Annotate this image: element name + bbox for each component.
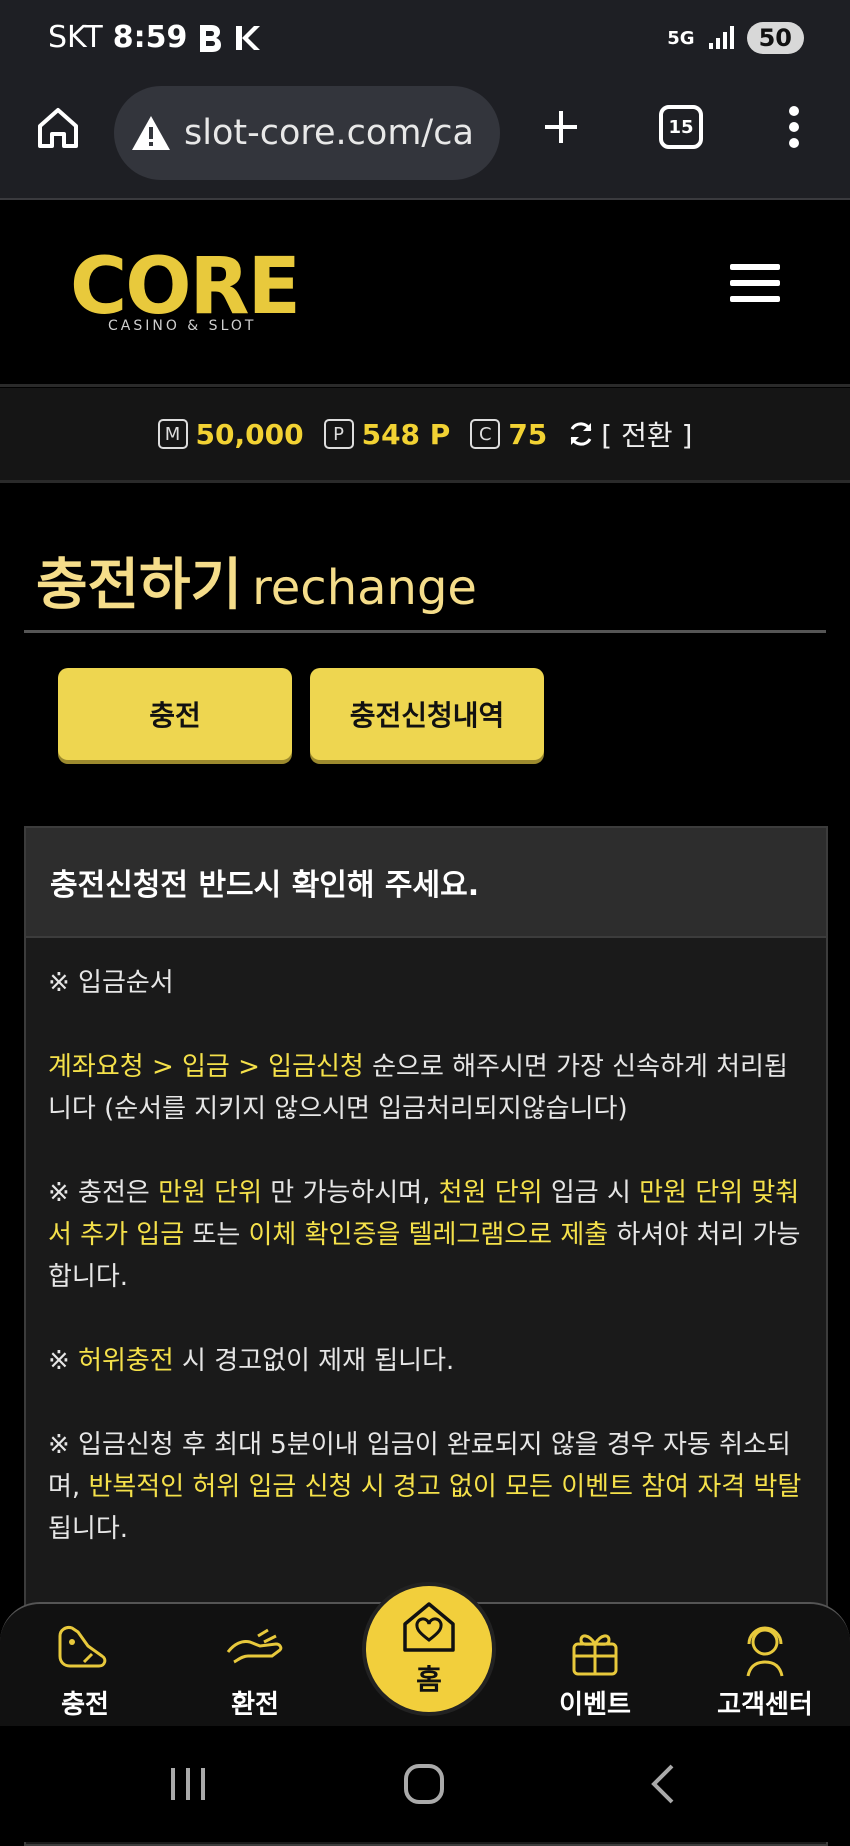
site-logo[interactable]: CORE CASINO & SLOT	[70, 242, 301, 340]
convert-label: [ 전환 ]	[601, 419, 693, 452]
charge-history-tab-button[interactable]: 충전신청내역	[310, 668, 544, 760]
url-text[interactable]: slot-core.com/ca	[184, 113, 474, 153]
new-tab-icon[interactable]	[536, 102, 586, 152]
site-header: CORE CASINO & SLOT	[0, 200, 850, 387]
page-title-korean: 충전하기	[36, 553, 243, 618]
carrier: SKT	[48, 20, 103, 55]
nav-support-label: 고객센터	[717, 1690, 813, 1720]
nav-exchange[interactable]: 환전	[190, 1622, 320, 1722]
tab-switcher-button[interactable]: 15	[656, 102, 706, 152]
network-5g-icon: 5G	[667, 27, 695, 49]
page-title: 충전하기 rechange	[36, 540, 477, 621]
exchange-icon	[226, 1628, 283, 1664]
headset-icon	[746, 1626, 784, 1677]
home-system-icon[interactable]	[402, 1762, 446, 1806]
point-value: 548 P	[361, 417, 451, 451]
notice-paragraph: ※ 입금신청 후 최대 5분이내 입금이 완료되지 않을 경우 자동 취소되며,…	[48, 1430, 802, 1544]
system-nav-bar	[0, 1726, 850, 1842]
nav-event[interactable]: 이벤트	[530, 1622, 660, 1722]
status-bar: SKT 8:59 5G 50	[0, 0, 850, 80]
signal-icon	[708, 26, 734, 49]
logo-text: CORE	[70, 242, 301, 332]
address-bar[interactable]: slot-core.com/ca	[114, 86, 500, 180]
money-value: 50,000	[195, 417, 304, 451]
coin-value: 75	[508, 417, 548, 451]
nav-event-label: 이벤트	[559, 1690, 631, 1720]
nav-home-label: 홈	[416, 1663, 442, 1696]
coin-icon: C	[470, 419, 501, 449]
coin-balance: C 75	[470, 418, 547, 451]
warning-icon[interactable]	[130, 114, 172, 152]
notice-paragraph: ※ 입금순서	[48, 968, 174, 998]
page-subtitle: rechange	[252, 560, 477, 616]
balance-bar: M 50,000 P 548 P C 75 [ 전환 ]	[0, 388, 850, 483]
money-icon: M	[157, 419, 188, 449]
charge-tab-button[interactable]: 충전	[58, 668, 292, 760]
house-heart-icon	[403, 1602, 455, 1652]
recent-apps-icon[interactable]	[168, 1764, 208, 1804]
back-icon[interactable]	[646, 1762, 680, 1806]
notice-paragraph: ※ 충전은 만원 단위 만 가능하시며, 천원 단위 입금 시 만원 단위 맞춰…	[48, 1178, 801, 1292]
notice-body: ※ 입금순서 계좌요청 > 입금 > 입금신청 순으로 해주시면 가장 신속하게…	[26, 938, 826, 1616]
k-app-icon	[236, 25, 261, 50]
nav-home-button[interactable]: 홈	[362, 1582, 496, 1716]
b-app-icon	[200, 24, 222, 52]
gift-icon	[572, 1634, 618, 1676]
point-balance: P 548 P	[323, 417, 451, 451]
convert-button[interactable]: [ 전환 ]	[567, 414, 692, 454]
nav-support[interactable]: 고객센터	[700, 1622, 830, 1722]
point-icon: P	[323, 419, 354, 449]
home-icon[interactable]	[30, 100, 86, 156]
notice-paragraph: 계좌요청 > 입금 > 입금신청 순으로 해주시면 가장 신속하게 처리됩니다 …	[48, 1052, 788, 1124]
money-balance: M 50,000	[157, 417, 304, 451]
title-divider	[24, 630, 826, 633]
tab-count: 15	[668, 116, 694, 138]
charge-icon	[58, 1626, 107, 1668]
nav-charge[interactable]: 충전	[20, 1622, 150, 1722]
nav-exchange-label: 환전	[231, 1690, 279, 1720]
refresh-icon	[570, 422, 592, 446]
more-menu-icon[interactable]	[776, 102, 812, 152]
notice-heading: 충전신청전 반드시 확인해 주세요.	[26, 828, 826, 938]
nav-charge-label: 충전	[61, 1690, 109, 1720]
notice-paragraph: ※ 허위충전 시 경고없이 제재 됩니다.	[48, 1346, 455, 1376]
hamburger-menu-icon[interactable]	[730, 264, 780, 308]
browser-toolbar: slot-core.com/ca 15	[0, 80, 850, 200]
clock: 8:59	[112, 20, 188, 55]
battery-icon: 50	[746, 22, 804, 54]
